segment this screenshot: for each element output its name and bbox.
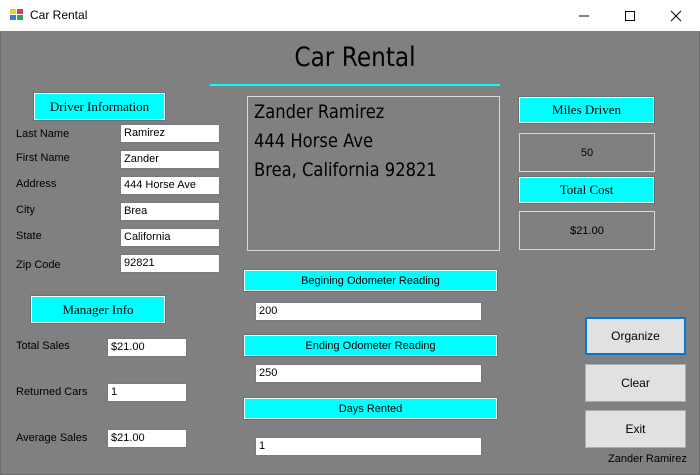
close-button[interactable] bbox=[653, 0, 699, 31]
address-line-street: 444 Horse Ave bbox=[254, 130, 374, 152]
maximize-button[interactable] bbox=[607, 0, 653, 31]
close-icon bbox=[670, 10, 682, 22]
zip-code-input[interactable]: 92821 bbox=[120, 254, 220, 273]
manager-info-header: Manager Info bbox=[31, 296, 165, 323]
window-title: Car Rental bbox=[30, 8, 88, 22]
minimize-button[interactable] bbox=[561, 0, 607, 31]
begin-odometer-input[interactable]: 200 bbox=[255, 302, 482, 321]
app-form-icon bbox=[10, 9, 24, 21]
address-input[interactable]: 444 Horse Ave bbox=[120, 176, 220, 195]
returned-cars-label: Returned Cars bbox=[16, 386, 88, 398]
last-name-label: Last Name bbox=[16, 128, 70, 140]
state-input[interactable]: California bbox=[120, 228, 220, 247]
driver-info-header: Driver Information bbox=[34, 93, 165, 120]
begin-odometer-header: Begining Odometer Reading bbox=[244, 270, 497, 291]
miles-driven-output: 50 bbox=[519, 133, 655, 172]
page-title: Car Rental bbox=[294, 42, 416, 73]
average-sales-output: $21.00 bbox=[107, 429, 187, 448]
days-rented-input[interactable]: 1 bbox=[255, 437, 482, 456]
minimize-icon bbox=[579, 15, 589, 17]
total-cost-header: Total Cost bbox=[519, 177, 654, 203]
average-sales-label: Average Sales bbox=[16, 432, 88, 444]
title-underline bbox=[210, 84, 500, 86]
returned-cars-output: 1 bbox=[107, 383, 187, 402]
end-odometer-header: Ending Odometer Reading bbox=[244, 335, 497, 356]
total-sales-output: $21.00 bbox=[107, 338, 187, 357]
total-sales-label: Total Sales bbox=[16, 340, 70, 352]
last-name-input[interactable]: Ramirez bbox=[120, 124, 220, 143]
organize-button[interactable]: Organize bbox=[585, 317, 686, 355]
address-line-name: Zander Ramirez bbox=[254, 101, 385, 123]
clear-button[interactable]: Clear bbox=[585, 364, 686, 402]
zip-code-label: Zip Code bbox=[16, 259, 61, 271]
city-input[interactable]: Brea bbox=[120, 202, 220, 221]
author-credit: Zander Ramirez bbox=[608, 453, 687, 465]
address-display: Zander Ramirez 444 Horse Ave Brea, Calif… bbox=[247, 96, 500, 251]
address-line-city-state-zip: Brea, California 92821 bbox=[254, 159, 437, 181]
address-label: Address bbox=[16, 178, 57, 190]
total-cost-output: $21.00 bbox=[519, 211, 655, 250]
state-label: State bbox=[16, 230, 42, 242]
city-label: City bbox=[16, 204, 35, 216]
maximize-icon bbox=[625, 11, 635, 21]
days-rented-header: Days Rented bbox=[244, 398, 497, 419]
end-odometer-input[interactable]: 250 bbox=[255, 364, 482, 383]
miles-driven-header: Miles Driven bbox=[519, 97, 654, 123]
first-name-label: First Name bbox=[16, 152, 70, 164]
first-name-input[interactable]: Zander bbox=[120, 150, 220, 169]
title-bar[interactable]: Car Rental bbox=[0, 0, 700, 31]
exit-button[interactable]: Exit bbox=[585, 410, 686, 448]
